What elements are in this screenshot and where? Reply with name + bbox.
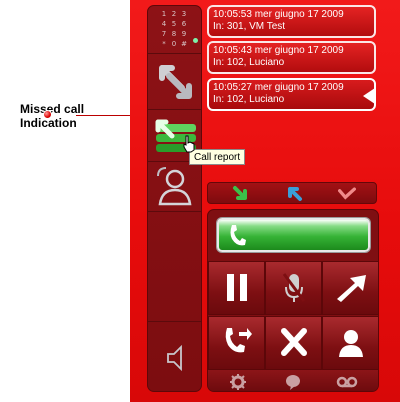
incoming-call-icon[interactable] — [232, 185, 250, 203]
call-time: 10:05:43 mer giugno 17 2009 — [213, 45, 344, 56]
missed-call-annotation-label: Missed call Indication — [20, 102, 85, 130]
hand-cursor-icon — [183, 135, 195, 153]
keypad-button[interactable]: 1 2 3 4 5 6 7 8 9 * 0 # — [148, 6, 201, 54]
forward-arrow-icon — [336, 275, 366, 302]
tooltip: Call report — [189, 149, 246, 165]
phone-icon — [230, 225, 246, 246]
call-log-entry-selected[interactable]: 10:05:27 mer giugno 17 2009 In: 102, Luc… — [207, 78, 376, 111]
sidebar: 1 2 3 4 5 6 7 8 9 * 0 # — [147, 5, 202, 392]
transfer-call-icon — [225, 328, 252, 353]
call-time: 10:05:27 mer giugno 17 2009 — [213, 82, 344, 93]
volume-button[interactable] — [148, 321, 201, 391]
mute-button[interactable] — [265, 261, 322, 315]
keypad-digit: 6 — [182, 20, 187, 28]
missed-call-indicator — [43, 110, 52, 119]
hangup-button[interactable] — [265, 316, 322, 370]
forward-button[interactable] — [322, 261, 378, 315]
keypad-digit: 1 — [162, 10, 166, 18]
speaker-icon — [167, 344, 182, 372]
contacts-button[interactable] — [322, 316, 378, 370]
keypad-digit: 3 — [182, 10, 186, 18]
keypad-digit: 4 — [162, 20, 167, 28]
contact-icon — [157, 167, 192, 206]
call-detail: In: 301, VM Test — [213, 21, 286, 32]
call-log-entry[interactable]: 10:05:43 mer giugno 17 2009 In: 102, Luc… — [207, 41, 376, 74]
keypad-digit: # — [181, 40, 187, 48]
contact-button[interactable] — [148, 162, 201, 212]
call-control-panel — [207, 209, 379, 392]
transfer-call-button[interactable] — [208, 316, 265, 370]
hangup-x-icon — [280, 328, 307, 356]
keypad-digit: 5 — [172, 20, 176, 28]
keypad-digit: 0 — [172, 40, 176, 48]
mute-mic-icon — [282, 273, 305, 302]
call-detail: In: 102, Luciano — [213, 57, 285, 68]
keypad-digit: 2 — [172, 10, 176, 18]
call-filter-bar — [207, 182, 377, 204]
pause-icon — [226, 274, 247, 301]
keypad-digit: 7 — [162, 30, 166, 38]
selection-arrow-icon — [363, 88, 375, 104]
settings-icon[interactable] — [229, 373, 247, 391]
status-dot — [193, 38, 198, 43]
call-log-entry[interactable]: 10:05:53 mer giugno 17 2009 In: 301, VM … — [207, 5, 376, 38]
person-icon — [338, 330, 363, 357]
keypad-digit: 8 — [172, 30, 176, 38]
keypad-digit: * — [162, 40, 166, 48]
keypad-icon: 1 2 3 4 5 6 7 8 9 * 0 # — [162, 10, 187, 48]
transfer-button[interactable] — [148, 54, 201, 110]
voicemail-icon[interactable] — [336, 373, 358, 391]
call-detail: In: 102, Luciano — [213, 94, 285, 105]
bottom-toolbar — [208, 370, 378, 391]
chat-icon[interactable] — [284, 373, 302, 391]
keypad-digit: 9 — [182, 30, 186, 38]
hold-button[interactable] — [208, 261, 265, 315]
call-button[interactable] — [217, 218, 370, 252]
outgoing-call-icon[interactable] — [286, 185, 304, 203]
missed-call-icon[interactable] — [338, 185, 356, 203]
call-time: 10:05:53 mer giugno 17 2009 — [213, 9, 344, 20]
transfer-arrows-icon — [159, 65, 192, 99]
